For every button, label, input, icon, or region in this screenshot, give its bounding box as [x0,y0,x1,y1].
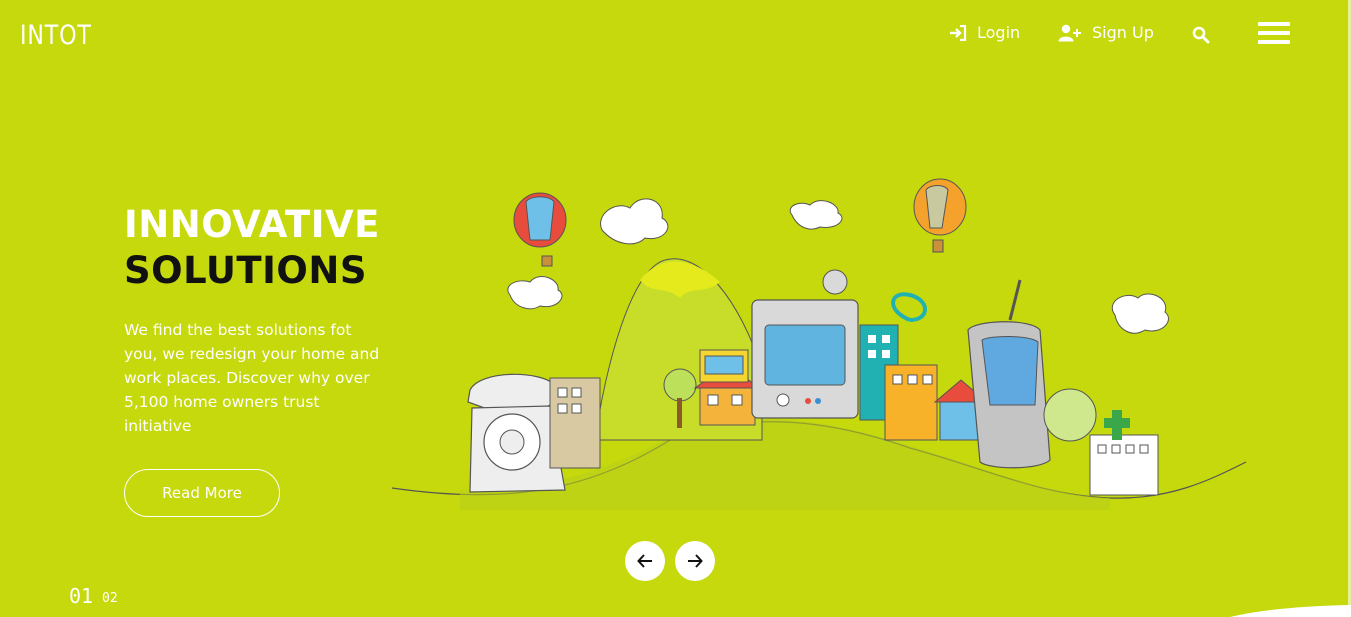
site-logo[interactable]: INTOT [20,20,92,51]
sign-in-icon [950,24,967,41]
arrow-right-icon [688,554,703,568]
menu-bar [1258,40,1290,44]
hero-title-line2: SOLUTIONS [124,249,367,292]
menu-bar [1258,31,1290,35]
arrow-left-icon [637,554,652,568]
login-label: Login [977,23,1021,42]
next-slide-button[interactable] [675,541,715,581]
user-plus-icon [1058,24,1081,41]
read-more-button[interactable]: Read More [124,469,280,517]
slide-number-next[interactable]: 02 [102,591,118,606]
bottom-wave [1230,605,1351,617]
menu-bar [1258,22,1290,26]
city-illustration [391,178,1247,510]
hero-description: We find the best solutions fot you, we r… [124,321,380,435]
hero-title-line1: INNOVATIVE [124,203,380,246]
signup-label: Sign Up [1092,23,1154,42]
login-link[interactable]: Login [949,23,1020,42]
prev-slide-button[interactable] [625,541,665,581]
hamburger-menu-icon[interactable] [1258,22,1290,46]
search-icon[interactable] [1192,26,1210,44]
slide-number-current[interactable]: 01 [69,584,93,608]
signup-link[interactable]: Sign Up [1058,23,1154,42]
